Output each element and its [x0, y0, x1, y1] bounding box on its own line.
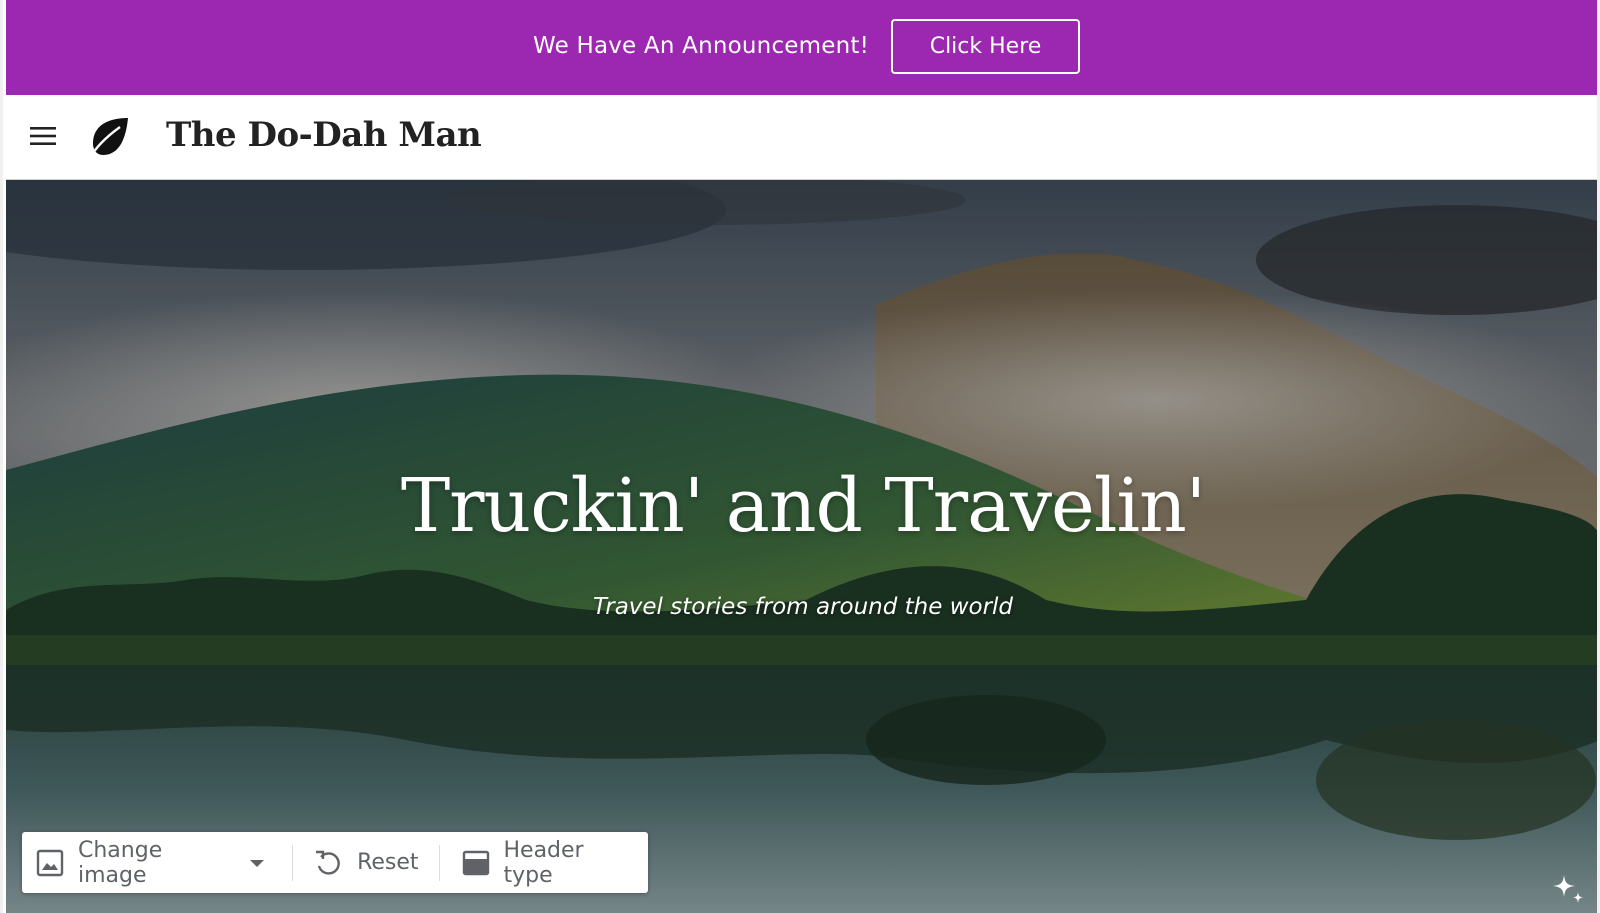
- announcement-text: We Have An Announcement!: [533, 33, 870, 59]
- site-header: The Do-Dah Man: [6, 95, 1597, 180]
- header-layout-icon: [462, 850, 489, 875]
- header-type-button[interactable]: Header type: [440, 832, 649, 893]
- caret-down-icon[interactable]: [248, 857, 266, 869]
- announcement-bar: We Have An Announcement! Click Here: [6, 0, 1597, 95]
- hamburger-menu-icon[interactable]: [28, 124, 58, 148]
- leaf-icon: [87, 118, 128, 160]
- reset-label: Reset: [357, 850, 419, 875]
- hero-subtitle[interactable]: Travel stories from around the world: [6, 594, 1597, 620]
- header-type-label: Header type: [503, 837, 584, 888]
- page-frame: We Have An Announcement! Click Here The …: [0, 0, 1600, 913]
- sparkle-icon[interactable]: [1549, 870, 1587, 908]
- hero-title[interactable]: Truckin' and Travelin': [6, 463, 1597, 549]
- image-icon: [36, 849, 64, 876]
- reset-button[interactable]: Reset: [293, 832, 438, 893]
- header-edit-toolbar: Change image Reset Header type: [22, 832, 648, 893]
- undo-icon: [316, 850, 340, 875]
- site-title[interactable]: The Do-Dah Man: [166, 115, 482, 155]
- hero-banner: Truckin' and Travelin' Travel stories fr…: [6, 180, 1597, 913]
- change-image-button[interactable]: Change image: [22, 832, 292, 893]
- change-image-label: Change image: [78, 837, 163, 888]
- announcement-button[interactable]: Click Here: [891, 19, 1080, 74]
